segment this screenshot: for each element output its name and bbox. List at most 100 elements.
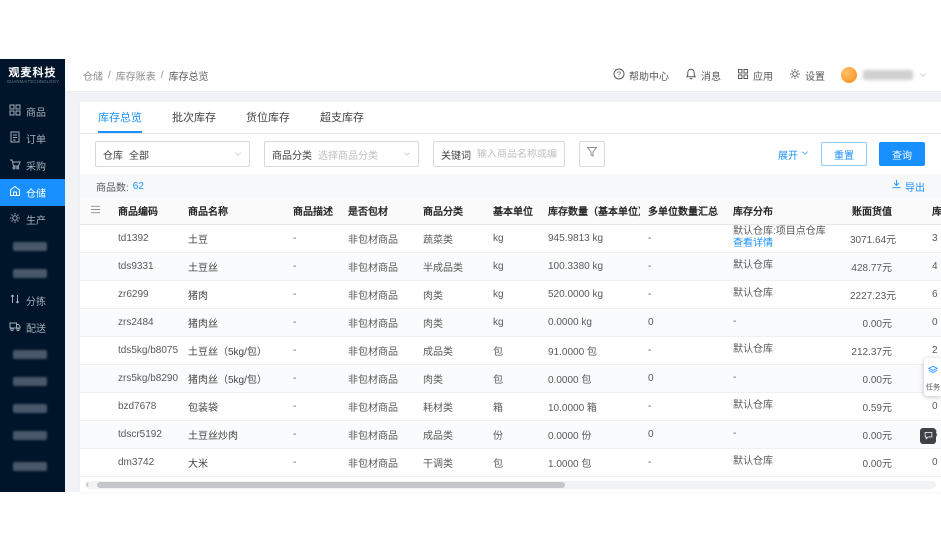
- cell-name: 猪肉丝（5kg/包）: [188, 374, 267, 386]
- reset-button[interactable]: 重置: [821, 142, 867, 166]
- sidebar-item-masked[interactable]: [0, 395, 65, 422]
- cell-value: 212.37元: [851, 346, 892, 358]
- table-row: zrs5kg/b8290 猪肉丝（5kg/包） - 非包材商品 肉类 包 0.0000 包 0…: [80, 364, 941, 392]
- cell-name: 猪肉: [188, 290, 208, 302]
- cell-dist: -: [725, 420, 842, 448]
- export-button[interactable]: 导出: [891, 179, 925, 194]
- layers-icon: [927, 362, 938, 380]
- keyword-input[interactable]: [477, 148, 557, 160]
- cell-stock: 945.9813 kg: [548, 232, 604, 244]
- tab-inventory-overview[interactable]: 库存总览: [98, 102, 142, 133]
- brand-logo: 观麦科技 GUANMAITECHNOLOGY: [0, 59, 65, 92]
- messages-label: 消息: [701, 71, 721, 83]
- cell-code: zrs2484: [118, 316, 154, 328]
- sidebar-item-masked[interactable]: [0, 260, 65, 287]
- cell-value: 3071.64元: [850, 234, 897, 246]
- tab-location-inventory[interactable]: 货位库存: [246, 102, 290, 133]
- sidebar-item-production[interactable]: 生产: [0, 206, 65, 233]
- column-settings-icon[interactable]: [80, 198, 110, 225]
- cart-icon: [9, 158, 21, 173]
- sort-arrows-icon: [9, 293, 21, 308]
- brand-name: 观麦科技: [8, 66, 57, 79]
- help-center-button[interactable]: ? 帮助中心: [613, 68, 669, 83]
- cell-unit: 包: [493, 374, 503, 386]
- view-detail-link[interactable]: 查看详情: [733, 238, 838, 250]
- task-float-widget[interactable]: 任务: [924, 358, 941, 396]
- breadcrumb-current: 库存总览: [168, 71, 209, 83]
- col-stock: 库存数量（基本单位）: [540, 198, 640, 225]
- content-area: 库存总览 批次库存 货位库存 超支库存 仓库 全部 商品分类 选择商品分类 关键…: [65, 92, 941, 492]
- cell-unit: kg: [493, 260, 504, 272]
- sidebar-item-goods[interactable]: 商品: [0, 98, 65, 125]
- tab-bar: 库存总览 批次库存 货位库存 超支库存: [80, 102, 941, 134]
- col-value: 账面货值: [842, 198, 898, 225]
- row-handle-cell: [80, 280, 110, 308]
- warehouse-select[interactable]: 仓库 全部: [95, 141, 250, 167]
- task-label: 任务: [925, 382, 940, 392]
- cell-multi: 0: [648, 316, 654, 328]
- tab-overrun-inventory[interactable]: 超支库存: [320, 102, 364, 133]
- row-handle-cell: [80, 448, 110, 476]
- row-handle-cell: [80, 224, 110, 252]
- table-row: tds5kg/b8075 土豆丝（5kg/包） - 非包材商品 成品类 包 91.0000 …: [80, 336, 941, 364]
- cell-category: 肉类: [423, 318, 443, 330]
- topbar: 仓储 / 库存账表 / 库存总览 ? 帮助中心 消息 应用 设置: [65, 59, 941, 92]
- expand-filters-link[interactable]: 展开: [778, 147, 809, 162]
- sidebar-item-masked[interactable]: [0, 341, 65, 368]
- dist-text: 默认仓库: [733, 400, 773, 411]
- cell-multi: -: [648, 344, 652, 356]
- cell-stock: 520.0000 kg: [548, 288, 604, 300]
- sidebar-item-sorting[interactable]: 分拣: [0, 287, 65, 314]
- cell-code: td1392: [118, 232, 149, 244]
- breadcrumb-item[interactable]: 库存账表: [116, 68, 156, 83]
- col-dist: 库存分布: [725, 198, 842, 225]
- sidebar-item-masked[interactable]: [0, 233, 65, 260]
- funnel-icon: [586, 145, 598, 163]
- sidebar-item-warehouse[interactable]: 仓储: [0, 179, 65, 206]
- masked-label: [13, 269, 47, 278]
- sidebar-item-purchase[interactable]: 采购: [0, 152, 65, 179]
- user-menu[interactable]: [841, 67, 927, 83]
- cell-category: 肉类: [423, 374, 443, 386]
- sidebar-item-orders[interactable]: 订单: [0, 125, 65, 152]
- avatar: [841, 67, 857, 83]
- settings-label: 设置: [805, 71, 825, 83]
- advanced-filter-button[interactable]: [579, 141, 605, 167]
- breadcrumb-item[interactable]: 仓储: [83, 68, 103, 83]
- row-handle-cell: [80, 336, 110, 364]
- cell-category: 耗材类: [423, 402, 453, 414]
- cell-cut: 4: [932, 260, 938, 272]
- sidebar-item-masked[interactable]: [0, 422, 65, 449]
- cell-packing: 非包材商品: [348, 374, 398, 386]
- scrollbar-thumb[interactable]: [97, 482, 566, 488]
- sidebar-item-delivery[interactable]: 配送: [0, 314, 65, 341]
- row-handle-cell: [80, 420, 110, 448]
- cell-value: 428.77元: [851, 262, 892, 274]
- sidebar-item-masked[interactable]: [0, 453, 65, 480]
- cell-multi: -: [648, 456, 652, 468]
- search-button[interactable]: 查询: [879, 142, 925, 166]
- tab-batch-inventory[interactable]: 批次库存: [172, 102, 216, 133]
- cell-stock: 0.0000 包: [548, 374, 592, 386]
- horizontal-scrollbar[interactable]: ‹: [85, 479, 936, 489]
- settings-button[interactable]: 设置: [789, 68, 825, 83]
- chat-icon: [924, 427, 933, 445]
- table-row: tds9331 土豆丝 - 非包材商品 半成品类 kg 100.3380 kg - 默认仓库 42…: [80, 252, 941, 280]
- cell-name: 土豆丝（5kg/包）: [188, 346, 267, 358]
- category-select[interactable]: 商品分类 选择商品分类: [264, 141, 419, 167]
- table-row: tdscr5192土豆丝炒肉-非包材商品成品类份0.0000 份0-0.00元6: [80, 420, 941, 448]
- masked-label: [13, 462, 47, 471]
- scroll-left-icon: ‹: [86, 479, 89, 489]
- cell-packing: 非包材商品: [348, 402, 398, 414]
- messages-button[interactable]: 消息: [685, 68, 721, 83]
- sidebar-item-masked[interactable]: [0, 368, 65, 395]
- expand-label: 展开: [778, 150, 798, 162]
- gear-icon: [789, 68, 801, 83]
- chevron-down-icon: [403, 150, 411, 158]
- col-multi: 多单位数量汇总: [640, 198, 725, 225]
- dist-text: 默认仓库: [733, 288, 773, 299]
- col-cut: 库: [898, 198, 941, 225]
- chat-float-button[interactable]: [920, 428, 936, 444]
- truck-icon: [9, 320, 21, 335]
- apps-button[interactable]: 应用: [737, 68, 773, 83]
